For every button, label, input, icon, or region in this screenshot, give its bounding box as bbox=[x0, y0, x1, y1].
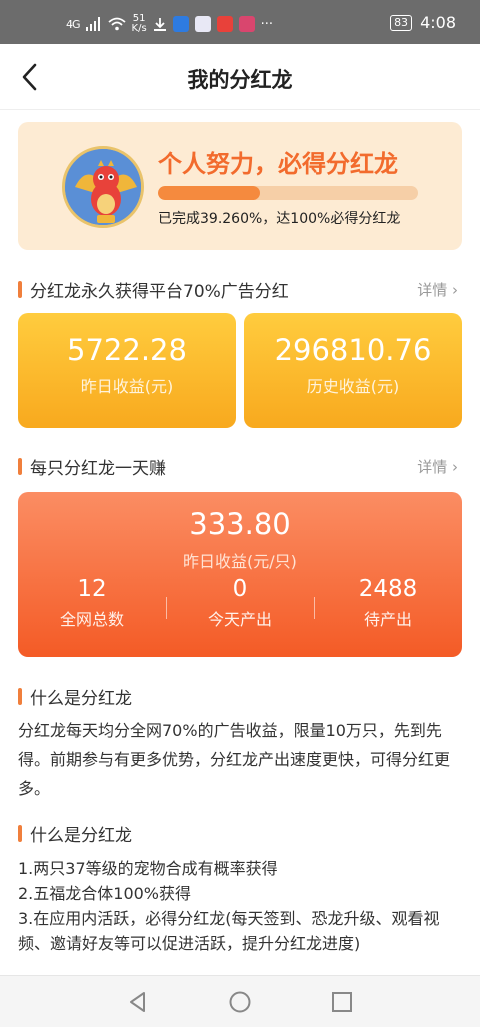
more-notifications-icon: ··· bbox=[260, 16, 274, 32]
daily-earnings-card: 333.80 昨日收益(元/只) 12 全网总数 0 今天产出 2488 待产出 bbox=[18, 492, 462, 657]
section-header-how-to-get: 什么是分红龙 bbox=[18, 820, 462, 846]
status-bar: 4G 51 K/s ··· 83 4:08 bbox=[0, 0, 480, 44]
page-title: 我的分红龙 bbox=[187, 68, 293, 92]
stat-value: 2488 bbox=[358, 576, 418, 602]
system-nav-bar bbox=[0, 975, 480, 1027]
list-item: 3.在应用内活跃，必得分红龙(每天签到、恐龙升级、观看视频、邀请好友等可以促进活… bbox=[18, 909, 440, 953]
status-right: 83 4:08 bbox=[390, 13, 456, 32]
app-notification-icon bbox=[194, 16, 211, 32]
dragon-icon bbox=[65, 149, 141, 225]
app-notification-icon bbox=[238, 16, 255, 32]
battery-icon: 83 bbox=[390, 14, 413, 31]
app-notification-icon bbox=[216, 16, 233, 32]
section-header-what-is: 什么是分红龙 bbox=[18, 683, 462, 709]
yesterday-earnings-card[interactable]: 5722.28 昨日收益(元) bbox=[18, 313, 236, 428]
per-dragon-earnings-label: 昨日收益(元/只) bbox=[183, 552, 297, 571]
progress-text: 已完成39.260%，达100%必得分红龙 bbox=[158, 211, 401, 227]
history-earnings-label: 历史收益(元) bbox=[306, 377, 400, 396]
section-accent-bar bbox=[18, 825, 22, 842]
how-to-get-list: 1.两只37等级的宠物合成有概率获得 2.五福龙合体100%获得 3.在应用内活… bbox=[18, 856, 462, 956]
wifi-icon bbox=[107, 17, 126, 31]
stat-value: 12 bbox=[77, 576, 107, 602]
stat-label: 待产出 bbox=[363, 610, 412, 629]
details-link[interactable]: 详情 › bbox=[417, 279, 458, 300]
stat-today: 0 今天产出 bbox=[166, 576, 314, 630]
stat-pending: 2488 待产出 bbox=[314, 576, 462, 630]
section-header-earnings: 分红龙永久获得平台70%广告分红 详情 › bbox=[18, 276, 462, 302]
signal-icon bbox=[85, 17, 100, 31]
list-item: 2.五福龙合体100%获得 bbox=[18, 884, 192, 903]
dragon-avatar bbox=[62, 146, 144, 228]
section-accent-bar bbox=[18, 688, 22, 705]
speed-unit: K/s bbox=[131, 23, 147, 34]
yesterday-earnings-value: 5722.28 bbox=[67, 333, 187, 367]
per-dragon-earnings-value: 333.80 bbox=[189, 507, 291, 541]
section-header-daily: 每只分红龙一天赚 详情 › bbox=[18, 453, 462, 479]
network-speed: 51 K/s bbox=[132, 14, 147, 34]
history-earnings-value: 296810.76 bbox=[274, 333, 432, 367]
download-icon bbox=[153, 18, 166, 31]
hero-title: 个人努力，必得分红龙 bbox=[158, 150, 398, 178]
yesterday-earnings-label: 昨日收益(元) bbox=[80, 377, 174, 396]
recents-square-icon[interactable] bbox=[330, 990, 354, 1014]
section-title: 什么是分红龙 bbox=[30, 826, 132, 846]
app-notification-icon bbox=[172, 16, 189, 32]
list-item: 1.两只37等级的宠物合成有概率获得 bbox=[18, 859, 278, 878]
progress-card: 个人努力，必得分红龙 已完成39.260%，达100%必得分红龙 bbox=[18, 122, 462, 250]
section-accent-bar bbox=[18, 281, 22, 298]
network-label: 4G bbox=[66, 17, 80, 31]
stat-label: 今天产出 bbox=[207, 610, 272, 629]
status-left: 4G 51 K/s ··· bbox=[66, 14, 273, 34]
what-is-description: 分红龙每天均分全网70%的广告收益，限量10万只，先到先得。前期参与有更多优势，… bbox=[18, 721, 451, 798]
stat-total: 12 全网总数 bbox=[18, 576, 166, 630]
section-title: 分红龙永久获得平台70%广告分红 bbox=[30, 282, 289, 302]
stat-value: 0 bbox=[232, 576, 248, 602]
back-triangle-icon[interactable] bbox=[126, 990, 150, 1014]
details-link[interactable]: 详情 › bbox=[417, 456, 458, 477]
top-nav: 我的分红龙 bbox=[0, 44, 480, 110]
section-title: 什么是分红龙 bbox=[30, 689, 132, 709]
section-title: 每只分红龙一天赚 bbox=[30, 459, 166, 479]
section-accent-bar bbox=[18, 458, 22, 475]
clock: 4:08 bbox=[420, 13, 456, 32]
home-circle-icon[interactable] bbox=[228, 990, 252, 1014]
progress-fill bbox=[158, 186, 261, 200]
progress-bar bbox=[158, 186, 418, 200]
stat-label: 全网总数 bbox=[59, 610, 124, 629]
history-earnings-card[interactable]: 296810.76 历史收益(元) bbox=[244, 313, 462, 428]
